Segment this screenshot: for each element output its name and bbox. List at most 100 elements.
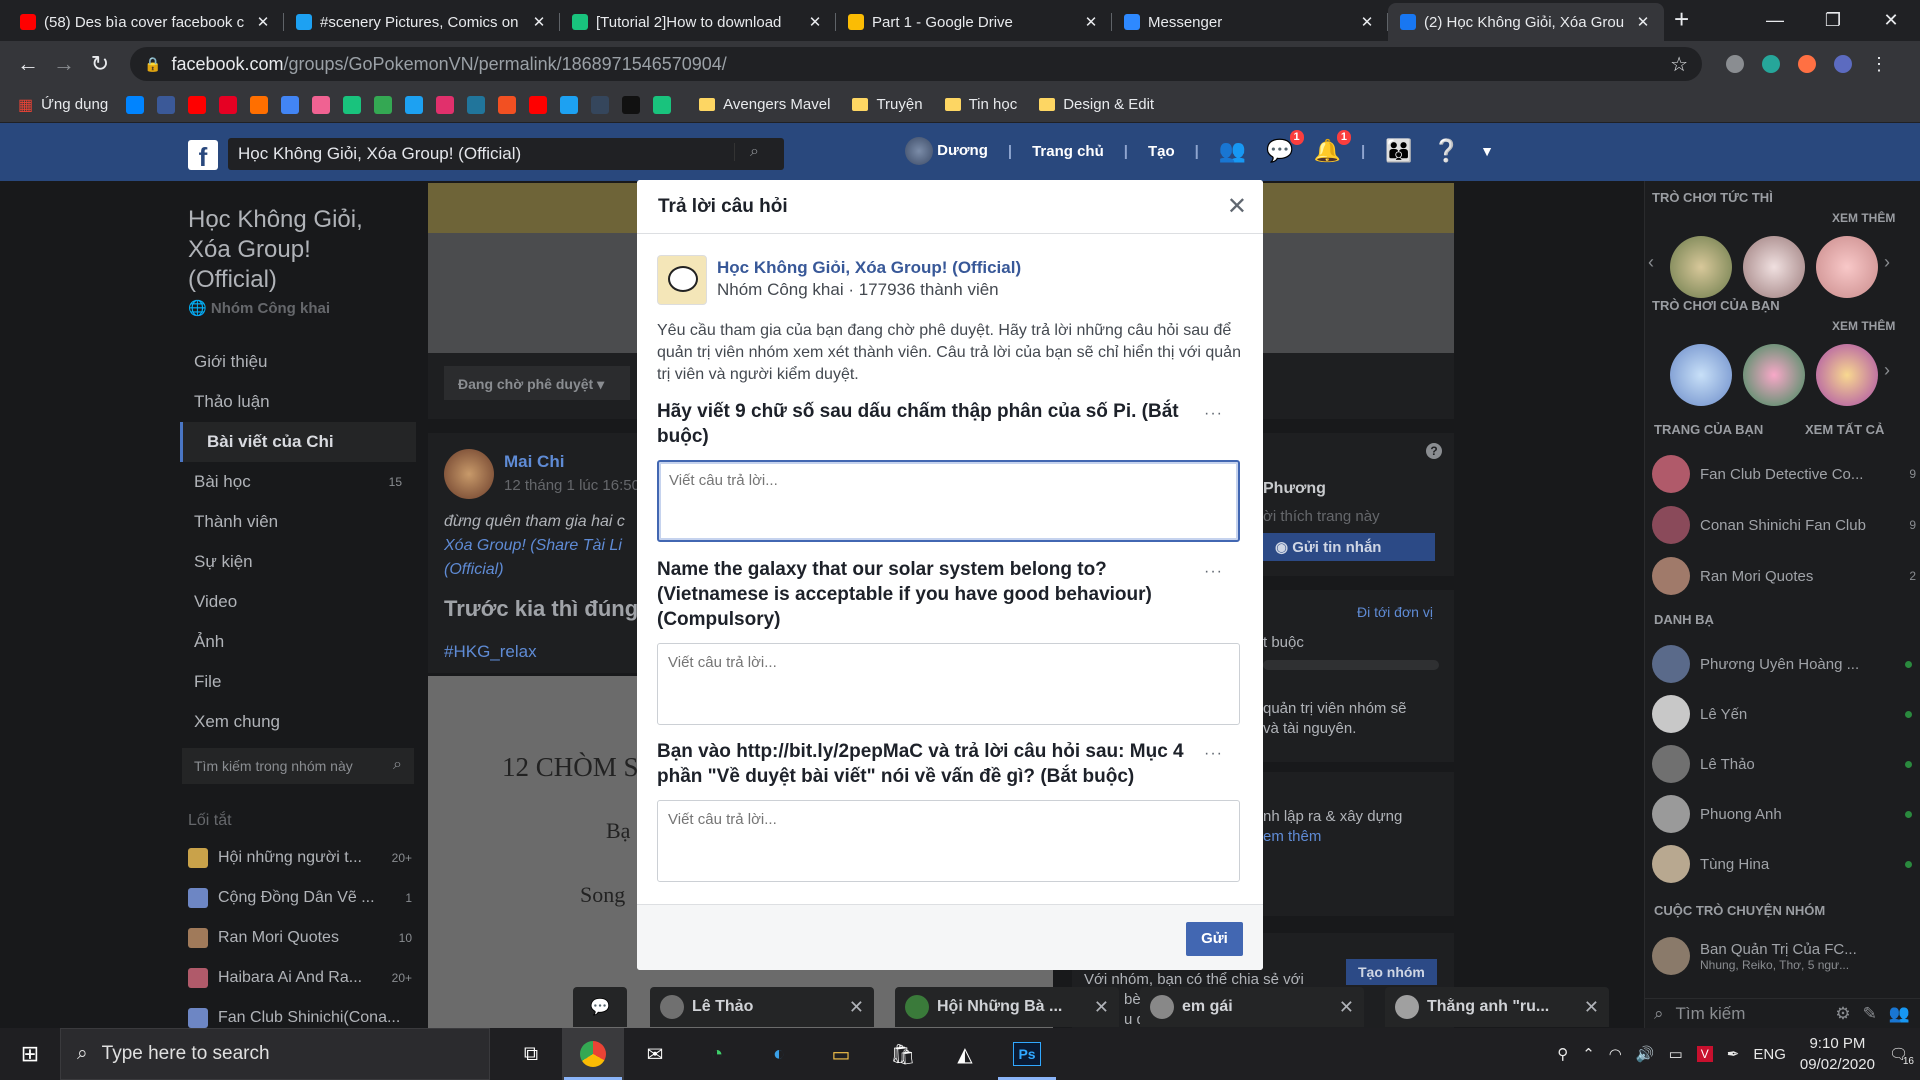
bookmark-site-icon[interactable] bbox=[374, 95, 393, 114]
close-icon[interactable]: ✕ bbox=[1227, 192, 1247, 221]
post-hashtag[interactable]: #HKG_relax bbox=[444, 642, 537, 662]
chat-tab[interactable]: Thằng anh "ru... ✕ bbox=[1385, 987, 1609, 1027]
game-thumbnail[interactable] bbox=[1816, 236, 1878, 298]
bookmark-site-icon[interactable] bbox=[281, 95, 300, 114]
forward-arrow-icon[interactable]: → bbox=[46, 51, 82, 77]
browser-tab[interactable]: (58) Des bìa cover facebook c ✕ bbox=[8, 3, 284, 41]
home-link[interactable]: Trang chủ bbox=[1032, 143, 1104, 160]
group-nav-item[interactable]: Bài học 15 bbox=[180, 462, 416, 502]
contact-item[interactable]: Tùng Hina bbox=[1652, 842, 1916, 886]
profile-avatar-icon[interactable] bbox=[1834, 55, 1852, 73]
shortcut-item[interactable]: Haibara Ai And Ra... 20+ bbox=[188, 958, 412, 998]
bookmark-site-icon[interactable] bbox=[529, 95, 548, 114]
chrome-taskbar-icon[interactable] bbox=[562, 1028, 624, 1080]
bookmark-site-icon[interactable] bbox=[219, 95, 238, 114]
chat-tab[interactable]: Hội Những Bà ... ✕ bbox=[895, 987, 1119, 1027]
bookmark-site-icon[interactable] bbox=[157, 95, 176, 114]
bookmark-folder[interactable]: Truyện bbox=[852, 96, 923, 113]
group-nav-item[interactable]: Sự kiện bbox=[180, 542, 416, 582]
more-options-icon[interactable]: ··· bbox=[1204, 745, 1223, 763]
help-icon[interactable]: ? bbox=[1426, 443, 1442, 459]
bookmark-site-icon[interactable] bbox=[560, 95, 579, 114]
back-arrow-icon[interactable]: ← bbox=[10, 51, 46, 77]
create-link[interactable]: Tạo bbox=[1148, 143, 1175, 160]
game-thumbnail[interactable] bbox=[1743, 344, 1805, 406]
close-tab-icon[interactable]: ✕ bbox=[806, 13, 824, 31]
see-more-games-link[interactable]: XEM THÊM bbox=[1832, 211, 1895, 225]
group-nav-item[interactable]: Ảnh bbox=[180, 622, 416, 662]
bookmark-folder[interactable]: Avengers Mavel bbox=[699, 96, 830, 113]
group-search-input[interactable]: Tìm kiếm trong nhóm này ⌕ bbox=[182, 748, 414, 784]
reload-icon[interactable]: ↻ bbox=[82, 51, 118, 77]
more-options-icon[interactable]: ··· bbox=[1204, 405, 1223, 423]
quick-help-icon[interactable]: 👪 bbox=[1385, 138, 1412, 164]
page-item[interactable]: Ran Mori Quotes 2 bbox=[1652, 554, 1916, 598]
contact-item[interactable]: Lê Yến bbox=[1652, 692, 1916, 736]
group-chat-item[interactable]: Ban Quản Trị Của FC... Nhung, Reiko, Thơ… bbox=[1652, 934, 1916, 978]
mail-icon[interactable]: ✉ bbox=[624, 1028, 686, 1080]
contact-item[interactable]: Lê Thảo bbox=[1652, 742, 1916, 786]
browser-tab[interactable]: Messenger ✕ bbox=[1112, 3, 1388, 41]
facebook-logo-icon[interactable]: f bbox=[188, 140, 218, 172]
contact-item[interactable]: Phuong Anh bbox=[1652, 792, 1916, 836]
group-title[interactable]: Học Không Giỏi, Xóa Group! (Official) bbox=[188, 205, 398, 295]
group-nav-item[interactable]: File bbox=[180, 662, 416, 702]
maximize-button[interactable]: ❐ bbox=[1804, 0, 1862, 40]
friends-icon[interactable]: 👥 bbox=[1219, 138, 1246, 164]
minimize-button[interactable]: — bbox=[1746, 0, 1804, 40]
chrome-menu-icon[interactable]: ⋮ bbox=[1870, 54, 1888, 75]
url-bar[interactable]: 🔒 facebook.com/groups/GoPokemonVN/permal… bbox=[130, 47, 1702, 81]
chevron-left-icon[interactable]: ‹ bbox=[1648, 252, 1654, 273]
close-tab-icon[interactable]: ✕ bbox=[1358, 13, 1376, 31]
close-tab-icon[interactable]: ✕ bbox=[1634, 13, 1652, 31]
group-nav-item[interactable]: Xem chung bbox=[180, 702, 416, 742]
photoshop-icon[interactable]: Ps bbox=[996, 1028, 1058, 1080]
volume-icon[interactable]: 🔊 bbox=[1636, 1045, 1655, 1063]
group-nav-item[interactable]: Bài viết của Chi bbox=[180, 422, 416, 462]
post-group-link-end[interactable]: (Official) bbox=[444, 558, 652, 582]
pending-approval-button[interactable]: Đang chờ phê duyệt ▾ bbox=[444, 366, 630, 400]
answer-input[interactable] bbox=[657, 800, 1240, 882]
chat-tab[interactable]: Lê Thảo ✕ bbox=[650, 987, 874, 1027]
search-icon[interactable]: ⌕ bbox=[734, 143, 774, 161]
shortcut-item[interactable]: Hội những người t... 20+ bbox=[188, 838, 412, 878]
windows-start-icon[interactable]: ⊞ bbox=[0, 1028, 60, 1080]
bookmark-folder[interactable]: Tin học bbox=[944, 96, 1017, 113]
pinterest-extension-icon[interactable] bbox=[1726, 55, 1744, 73]
close-icon[interactable]: ✕ bbox=[1094, 997, 1109, 1018]
close-icon[interactable]: ✕ bbox=[849, 997, 864, 1018]
messenger-icon[interactable]: 💬 1 bbox=[1266, 130, 1304, 164]
add-friend-icon[interactable]: 👥 bbox=[1889, 1004, 1910, 1024]
facebook-search-input[interactable]: Học Không Giỏi, Xóa Group! (Official) ⌕ bbox=[228, 138, 784, 170]
bookmark-site-icon[interactable] bbox=[467, 95, 486, 114]
post-group-link[interactable]: Xóa Group! (Share Tài Li bbox=[444, 534, 652, 558]
app-icon[interactable]: ◭ bbox=[934, 1028, 996, 1080]
contact-item[interactable]: Phương Uyên Hoàng ... bbox=[1652, 642, 1916, 686]
group-avatar[interactable] bbox=[657, 255, 707, 305]
compose-icon[interactable]: ✎ bbox=[1863, 1004, 1877, 1024]
chat-bubble-button[interactable]: 💬 bbox=[573, 987, 627, 1027]
notifications-icon[interactable]: 🗨 16 bbox=[1889, 1045, 1914, 1067]
page-item[interactable]: Conan Shinichi Fan Club 9 bbox=[1652, 503, 1916, 547]
notifications-icon[interactable]: 🔔 1 bbox=[1314, 130, 1352, 164]
close-tab-icon[interactable]: ✕ bbox=[254, 13, 272, 31]
chat-tab[interactable]: em gái ✕ bbox=[1140, 987, 1364, 1027]
bookmark-site-icon[interactable] bbox=[126, 95, 145, 114]
shortcut-item[interactable]: Cộng Đồng Dân Vẽ ... 1 bbox=[188, 878, 412, 918]
bookmark-site-icon[interactable] bbox=[343, 95, 362, 114]
group-nav-item[interactable]: Video bbox=[180, 582, 416, 622]
post-author[interactable]: Mai Chi bbox=[504, 452, 564, 472]
store-icon[interactable]: 🛍 bbox=[872, 1028, 934, 1080]
page-item[interactable]: Fan Club Detective Co... 9 bbox=[1652, 452, 1916, 496]
browser-tab[interactable]: Part 1 - Google Drive ✕ bbox=[836, 3, 1112, 41]
gear-icon[interactable]: ⚙ bbox=[1835, 1004, 1850, 1024]
browser-tab[interactable]: (2) Học Không Giỏi, Xóa Grou ✕ bbox=[1388, 3, 1664, 41]
send-button[interactable]: Gửi bbox=[1186, 922, 1243, 956]
group-name-link[interactable]: Học Không Giỏi, Xóa Group! (Official) bbox=[717, 258, 1021, 278]
chevron-right-icon[interactable]: › bbox=[1884, 360, 1890, 381]
pen-icon[interactable]: ✒ bbox=[1727, 1045, 1740, 1063]
file-explorer-icon[interactable]: ▭ bbox=[810, 1028, 872, 1080]
group-nav-item[interactable]: Thảo luận bbox=[180, 382, 416, 422]
antivirus-icon[interactable]: V bbox=[1696, 1046, 1713, 1062]
create-group-button[interactable]: Tạo nhóm bbox=[1346, 959, 1437, 985]
